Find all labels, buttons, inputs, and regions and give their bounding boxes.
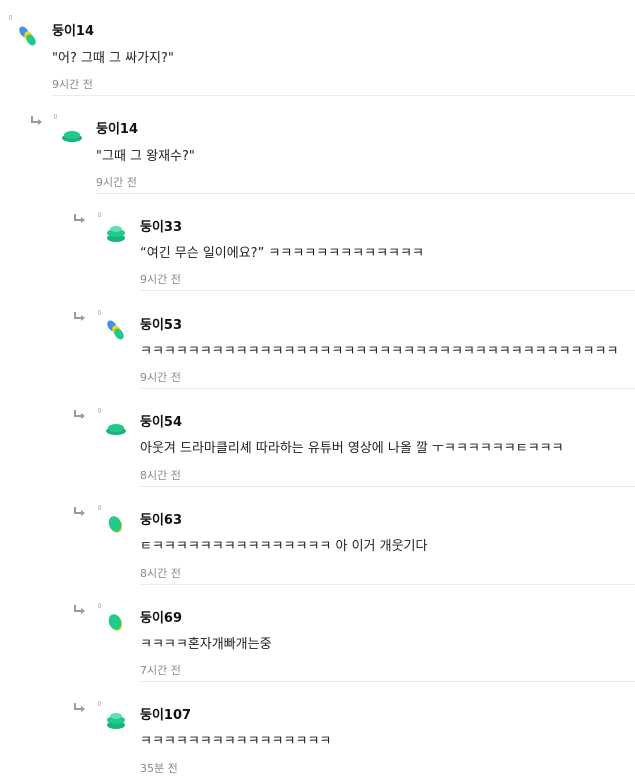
comment-divider — [140, 681, 635, 682]
image-placeholder-icon — [98, 408, 101, 413]
avatar-icon[interactable] — [104, 513, 128, 537]
comment-nickname[interactable]: 둥이14 — [52, 20, 94, 39]
comment-text: ㅋㅋㅋㅋ혼자개빠개는중 — [140, 637, 272, 652]
avatar-icon[interactable] — [104, 611, 128, 635]
comment-text: ㅋㅋㅋㅋㅋㅋㅋㅋㅋㅋㅋㅋㅋㅋㅋㅋ — [140, 734, 332, 749]
comment-nickname[interactable]: 둥이54 — [140, 411, 182, 430]
avatar-icon[interactable] — [60, 123, 84, 147]
comment-divider — [96, 193, 635, 194]
comment-timestamp: 9시간 전 — [52, 78, 93, 91]
reply-arrow-icon — [30, 112, 44, 125]
reply-arrow-icon — [73, 601, 87, 614]
image-placeholder-icon — [9, 15, 12, 20]
comment-nickname[interactable]: 둥이53 — [140, 314, 182, 333]
comment-divider — [52, 95, 635, 96]
comment-timestamp: 8시간 전 — [140, 567, 181, 580]
avatar-icon[interactable] — [104, 222, 128, 246]
avatar-icon[interactable] — [16, 24, 40, 48]
comment-nickname[interactable]: 둥이14 — [96, 118, 138, 137]
comment-timestamp: 9시간 전 — [140, 273, 181, 286]
comment-text: 아웃겨 드라마클리셰 따라하는 유튜버 영상에 나올 깔 ㅜㅋㅋㅋㅋㅋㅋㅌㅋㅋㅋ — [140, 441, 564, 456]
image-placeholder-icon — [98, 701, 101, 706]
avatar-icon[interactable] — [104, 416, 128, 440]
avatar-icon[interactable] — [104, 709, 128, 733]
reply-arrow-icon — [73, 406, 87, 419]
comment-text: ㅌㅋㅋㅋㅋㅋㅋㅋㅋㅋㅋㅋㅋㅋㅋㅋ 아 이거 개웃기다 — [140, 539, 428, 554]
comment-divider — [140, 584, 635, 585]
comment-timestamp: 9시간 전 — [96, 176, 137, 189]
comment-timestamp: 9시간 전 — [140, 371, 181, 384]
comment-divider — [140, 388, 635, 389]
comment-divider — [140, 486, 635, 487]
comment-timestamp: 7시간 전 — [140, 664, 181, 677]
reply-arrow-icon — [73, 210, 87, 223]
comment-timestamp: 8시간 전 — [140, 469, 181, 482]
image-placeholder-icon — [98, 310, 101, 315]
comment-text: "그때 그 왕재수?" — [96, 149, 195, 164]
image-placeholder-icon — [54, 114, 57, 119]
image-placeholder-icon — [98, 212, 101, 217]
image-placeholder-icon — [98, 603, 101, 608]
comment-nickname[interactable]: 둥이63 — [140, 509, 182, 528]
comment-text: ㅋㅋㅋㅋㅋㅋㅋㅋㅋㅋㅋㅋㅋㅋㅋㅋㅋㅋㅋㅋㅋㅋㅋㅋㅋㅋㅋㅋㅋㅋㅋㅋㅋㅋㅋㅋㅋㅋㅋㅋ — [140, 344, 619, 359]
reply-arrow-icon — [73, 503, 87, 516]
comment-divider — [140, 290, 635, 291]
image-placeholder-icon — [98, 505, 101, 510]
reply-arrow-icon — [73, 699, 87, 712]
comment-nickname[interactable]: 둥이69 — [140, 607, 182, 626]
comment-text: "어? 그때 그 싸가지?" — [52, 51, 174, 66]
comment-timestamp: 35분 전 — [140, 762, 178, 775]
comment-text: “여긴 무슨 일이에요?” ㅋㅋㅋㅋㅋㅋㅋㅋㅋㅋㅋㅋㅋ — [140, 246, 424, 261]
comment-nickname[interactable]: 둥이107 — [140, 704, 191, 723]
reply-arrow-icon — [73, 308, 87, 321]
avatar-icon[interactable] — [104, 318, 128, 342]
comment-nickname[interactable]: 둥이33 — [140, 216, 182, 235]
